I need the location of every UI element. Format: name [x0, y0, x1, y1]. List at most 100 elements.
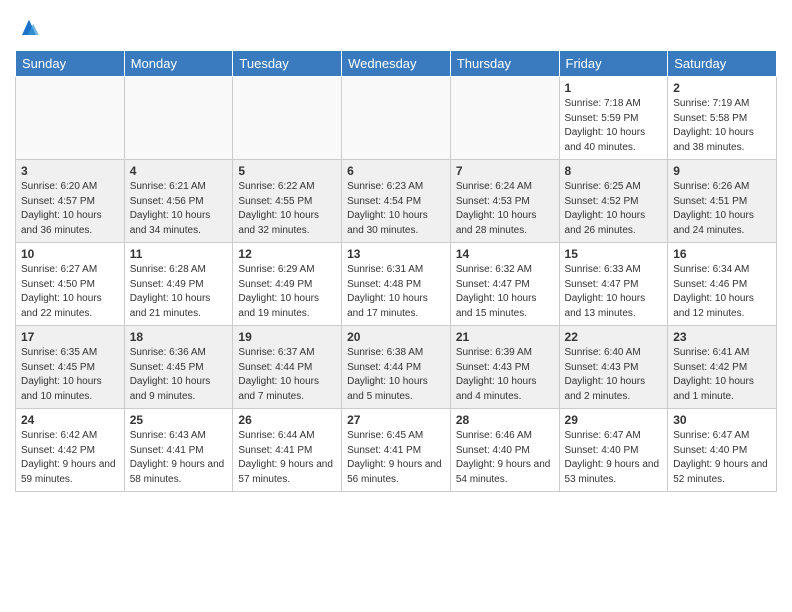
calendar-day-cell: 22 Sunrise: 6:40 AM Sunset: 4:43 PM Dayli…: [559, 326, 668, 409]
day-number: 13: [347, 247, 445, 261]
calendar-day-cell: 17 Sunrise: 6:35 AM Sunset: 4:45 PM Dayli…: [16, 326, 125, 409]
calendar-week-row: 1 Sunrise: 7:18 AM Sunset: 5:59 PM Daylig…: [16, 77, 777, 160]
day-info: Sunrise: 6:28 AM Sunset: 4:49 PM Dayligh…: [130, 263, 228, 321]
day-number: 2: [673, 81, 771, 95]
day-info: Sunrise: 6:20 AM Sunset: 4:57 PM Dayligh…: [21, 180, 119, 238]
day-info: Sunrise: 6:22 AM Sunset: 4:55 PM Dayligh…: [238, 180, 336, 238]
day-info: Sunrise: 6:39 AM Sunset: 4:43 PM Dayligh…: [456, 346, 554, 404]
calendar-day-cell: 3 Sunrise: 6:20 AM Sunset: 4:57 PM Daylig…: [16, 160, 125, 243]
day-info: Sunrise: 6:44 AM Sunset: 4:41 PM Dayligh…: [238, 429, 336, 487]
day-number: 9: [673, 164, 771, 178]
calendar-day-cell: 15 Sunrise: 6:33 AM Sunset: 4:47 PM Dayli…: [559, 243, 668, 326]
day-info: Sunrise: 6:35 AM Sunset: 4:45 PM Dayligh…: [21, 346, 119, 404]
header: [15, 10, 777, 42]
calendar-day-cell: 21 Sunrise: 6:39 AM Sunset: 4:43 PM Dayli…: [450, 326, 559, 409]
calendar-day-cell: 7 Sunrise: 6:24 AM Sunset: 4:53 PM Daylig…: [450, 160, 559, 243]
calendar-day-cell: 11 Sunrise: 6:28 AM Sunset: 4:49 PM Dayli…: [124, 243, 233, 326]
day-number: 14: [456, 247, 554, 261]
calendar-day-cell: 27 Sunrise: 6:45 AM Sunset: 4:41 PM Dayli…: [342, 409, 451, 492]
day-number: 12: [238, 247, 336, 261]
calendar-week-row: 10Sunrise: 6:27 AM Sunset: 4:50 PM Dayli…: [16, 243, 777, 326]
weekday-header: Friday: [559, 51, 668, 77]
day-number: 21: [456, 330, 554, 344]
day-info: Sunrise: 6:21 AM Sunset: 4:56 PM Dayligh…: [130, 180, 228, 238]
day-info: Sunrise: 6:40 AM Sunset: 4:43 PM Dayligh…: [565, 346, 663, 404]
day-number: 15: [565, 247, 663, 261]
day-number: 30: [673, 413, 771, 427]
day-info: Sunrise: 6:36 AM Sunset: 4:45 PM Dayligh…: [130, 346, 228, 404]
day-info: Sunrise: 6:38 AM Sunset: 4:44 PM Dayligh…: [347, 346, 445, 404]
day-number: 3: [21, 164, 119, 178]
weekday-header: Sunday: [16, 51, 125, 77]
day-info: Sunrise: 6:31 AM Sunset: 4:48 PM Dayligh…: [347, 263, 445, 321]
day-info: Sunrise: 7:19 AM Sunset: 5:58 PM Dayligh…: [673, 97, 771, 155]
day-info: Sunrise: 6:34 AM Sunset: 4:46 PM Dayligh…: [673, 263, 771, 321]
calendar-day-cell: 28 Sunrise: 6:46 AM Sunset: 4:40 PM Dayli…: [450, 409, 559, 492]
day-info: Sunrise: 7:18 AM Sunset: 5:59 PM Dayligh…: [565, 97, 663, 155]
day-info: Sunrise: 6:47 AM Sunset: 4:40 PM Dayligh…: [565, 429, 663, 487]
calendar-day-cell: 20 Sunrise: 6:38 AM Sunset: 4:44 PM Dayli…: [342, 326, 451, 409]
calendar-week-row: 17 Sunrise: 6:35 AM Sunset: 4:45 PM Dayli…: [16, 326, 777, 409]
day-number: 27: [347, 413, 445, 427]
calendar-day-cell: 16Sunrise: 6:34 AM Sunset: 4:46 PM Dayli…: [668, 243, 777, 326]
day-number: 4: [130, 164, 228, 178]
day-info: Sunrise: 6:23 AM Sunset: 4:54 PM Dayligh…: [347, 180, 445, 238]
calendar-day-cell: 5 Sunrise: 6:22 AM Sunset: 4:55 PM Daylig…: [233, 160, 342, 243]
day-number: 5: [238, 164, 336, 178]
calendar-day-cell: 24 Sunrise: 6:42 AM Sunset: 4:42 PM Dayli…: [16, 409, 125, 492]
logo-icon: [15, 14, 43, 42]
day-number: 24: [21, 413, 119, 427]
day-number: 17: [21, 330, 119, 344]
calendar-header-row: SundayMondayTuesdayWednesdayThursdayFrid…: [16, 51, 777, 77]
day-info: Sunrise: 6:41 AM Sunset: 4:42 PM Dayligh…: [673, 346, 771, 404]
day-number: 22: [565, 330, 663, 344]
calendar-day-cell: 4 Sunrise: 6:21 AM Sunset: 4:56 PM Daylig…: [124, 160, 233, 243]
day-number: 10: [21, 247, 119, 261]
day-number: 18: [130, 330, 228, 344]
day-info: Sunrise: 6:29 AM Sunset: 4:49 PM Dayligh…: [238, 263, 336, 321]
calendar-day-cell: [233, 77, 342, 160]
logo: [15, 14, 47, 42]
day-number: 28: [456, 413, 554, 427]
calendar-day-cell: 9 Sunrise: 6:26 AM Sunset: 4:51 PM Daylig…: [668, 160, 777, 243]
weekday-header: Thursday: [450, 51, 559, 77]
calendar-day-cell: 12 Sunrise: 6:29 AM Sunset: 4:49 PM Dayli…: [233, 243, 342, 326]
day-number: 23: [673, 330, 771, 344]
day-info: Sunrise: 6:25 AM Sunset: 4:52 PM Dayligh…: [565, 180, 663, 238]
calendar-day-cell: 23 Sunrise: 6:41 AM Sunset: 4:42 PM Dayli…: [668, 326, 777, 409]
calendar-day-cell: 14 Sunrise: 6:32 AM Sunset: 4:47 PM Dayli…: [450, 243, 559, 326]
day-info: Sunrise: 6:47 AM Sunset: 4:40 PM Dayligh…: [673, 429, 771, 487]
calendar-table: SundayMondayTuesdayWednesdayThursdayFrid…: [15, 50, 777, 492]
day-number: 19: [238, 330, 336, 344]
day-info: Sunrise: 6:33 AM Sunset: 4:47 PM Dayligh…: [565, 263, 663, 321]
day-number: 25: [130, 413, 228, 427]
day-info: Sunrise: 6:43 AM Sunset: 4:41 PM Dayligh…: [130, 429, 228, 487]
day-number: 1: [565, 81, 663, 95]
calendar-day-cell: 25 Sunrise: 6:43 AM Sunset: 4:41 PM Dayli…: [124, 409, 233, 492]
day-info: Sunrise: 6:26 AM Sunset: 4:51 PM Dayligh…: [673, 180, 771, 238]
day-number: 26: [238, 413, 336, 427]
calendar-day-cell: 30 Sunrise: 6:47 AM Sunset: 4:40 PM Dayli…: [668, 409, 777, 492]
day-info: Sunrise: 6:37 AM Sunset: 4:44 PM Dayligh…: [238, 346, 336, 404]
day-number: 29: [565, 413, 663, 427]
weekday-header: Saturday: [668, 51, 777, 77]
weekday-header: Monday: [124, 51, 233, 77]
day-number: 7: [456, 164, 554, 178]
calendar-week-row: 24 Sunrise: 6:42 AM Sunset: 4:42 PM Dayli…: [16, 409, 777, 492]
calendar-day-cell: 26 Sunrise: 6:44 AM Sunset: 4:41 PM Dayli…: [233, 409, 342, 492]
day-info: Sunrise: 6:42 AM Sunset: 4:42 PM Dayligh…: [21, 429, 119, 487]
day-number: 8: [565, 164, 663, 178]
weekday-header: Wednesday: [342, 51, 451, 77]
calendar-day-cell: [124, 77, 233, 160]
weekday-header: Tuesday: [233, 51, 342, 77]
day-info: Sunrise: 6:24 AM Sunset: 4:53 PM Dayligh…: [456, 180, 554, 238]
day-info: Sunrise: 6:45 AM Sunset: 4:41 PM Dayligh…: [347, 429, 445, 487]
day-number: 20: [347, 330, 445, 344]
calendar-day-cell: 1 Sunrise: 7:18 AM Sunset: 5:59 PM Daylig…: [559, 77, 668, 160]
day-number: 11: [130, 247, 228, 261]
day-info: Sunrise: 6:32 AM Sunset: 4:47 PM Dayligh…: [456, 263, 554, 321]
calendar-day-cell: 2 Sunrise: 7:19 AM Sunset: 5:58 PM Daylig…: [668, 77, 777, 160]
calendar-week-row: 3 Sunrise: 6:20 AM Sunset: 4:57 PM Daylig…: [16, 160, 777, 243]
calendar-day-cell: 19 Sunrise: 6:37 AM Sunset: 4:44 PM Dayli…: [233, 326, 342, 409]
day-info: Sunrise: 6:46 AM Sunset: 4:40 PM Dayligh…: [456, 429, 554, 487]
